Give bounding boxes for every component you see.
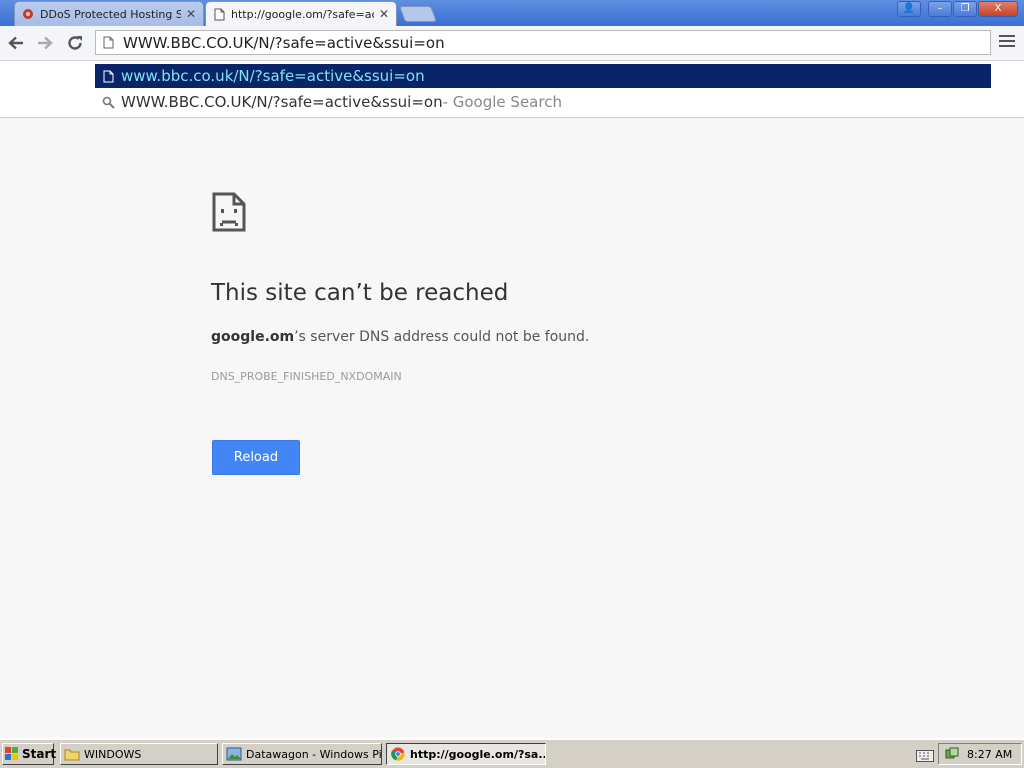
clock[interactable]: 8:27 AM: [967, 748, 1012, 761]
ddos-favicon-icon: [21, 7, 35, 21]
taskbar: Start WINDOWS Datawagon - Windows Pi... …: [0, 738, 1024, 768]
system-tray: 8:27 AM: [938, 743, 1022, 765]
reload-toolbar-button[interactable]: [65, 34, 85, 52]
chrome-icon: [390, 746, 406, 762]
keyboard-icon[interactable]: [916, 747, 934, 762]
minimize-button[interactable]: –: [928, 1, 952, 17]
taskbar-item-windows[interactable]: WINDOWS: [60, 743, 218, 765]
tab-title: http://google.om/?safe=acti: [231, 7, 374, 21]
windows-logo-icon: [5, 747, 19, 761]
profile-button[interactable]: 👤: [897, 1, 921, 17]
refresh-icon: [68, 36, 82, 50]
reload-button[interactable]: Reload: [212, 440, 300, 475]
picture-viewer-icon: [226, 746, 242, 762]
taskbar-item-chrome[interactable]: http://google.om/?sa...: [386, 743, 546, 765]
task-label: Datawagon - Windows Pi...: [246, 747, 382, 761]
error-description: google.om’s server DNS address could not…: [211, 329, 589, 345]
page-icon: [101, 70, 115, 83]
tab-close-icon[interactable]: ✕: [378, 7, 390, 21]
forward-arrow-icon: [38, 36, 53, 50]
suggestion-suffix: - Google Search: [442, 93, 562, 111]
chrome-menu-icon[interactable]: [999, 35, 1015, 49]
new-tab-button[interactable]: [399, 6, 437, 22]
error-host: google.om: [211, 329, 295, 345]
start-label: Start: [22, 747, 57, 761]
error-message: ’s server DNS address could not be found…: [294, 329, 590, 345]
task-label: http://google.om/?sa...: [410, 747, 546, 761]
back-button[interactable]: [6, 34, 26, 52]
close-window-button[interactable]: X: [978, 1, 1018, 17]
omnibox[interactable]: [95, 30, 991, 55]
browser-toolbar: [0, 26, 1024, 61]
sad-page-icon: [212, 192, 246, 236]
back-arrow-icon: [8, 36, 23, 50]
tab-google[interactable]: http://google.om/?safe=acti ✕: [205, 1, 397, 26]
search-icon: [101, 96, 115, 109]
suggestion-url[interactable]: www.bbc.co.uk/N/?safe=active&ssui=on: [95, 64, 991, 88]
maximize-button[interactable]: ❐: [953, 1, 977, 17]
title-bar: DDoS Protected Hosting Solu ✕ http://goo…: [0, 0, 1024, 26]
omnibox-suggestions: www.bbc.co.uk/N/?safe=active&ssui=on WWW…: [0, 61, 1024, 118]
suggestion-text: WWW.BBC.CO.UK/N/?safe=active&ssui=on: [121, 93, 443, 111]
error-heading: This site can’t be reached: [211, 280, 509, 306]
error-code: DNS_PROBE_FINISHED_NXDOMAIN: [211, 370, 402, 383]
taskbar-item-picture-viewer[interactable]: Datawagon - Windows Pi...: [222, 743, 382, 765]
tab-close-icon[interactable]: ✕: [185, 7, 197, 21]
address-input[interactable]: [123, 33, 983, 52]
network-icon[interactable]: [945, 747, 959, 761]
suggestion-search[interactable]: WWW.BBC.CO.UK/N/?safe=active&ssui=on - G…: [95, 90, 991, 114]
forward-button[interactable]: [35, 34, 55, 52]
page-icon: [212, 7, 226, 21]
start-button[interactable]: Start: [2, 743, 57, 765]
page-icon: [103, 36, 117, 49]
tab-title: DDoS Protected Hosting Solu: [40, 7, 181, 21]
suggestion-text: www.bbc.co.uk/N/?safe=active&ssui=on: [121, 67, 425, 85]
folder-icon: [64, 746, 80, 762]
task-label: WINDOWS: [84, 747, 142, 761]
tab-ddos[interactable]: DDoS Protected Hosting Solu ✕: [14, 1, 204, 26]
